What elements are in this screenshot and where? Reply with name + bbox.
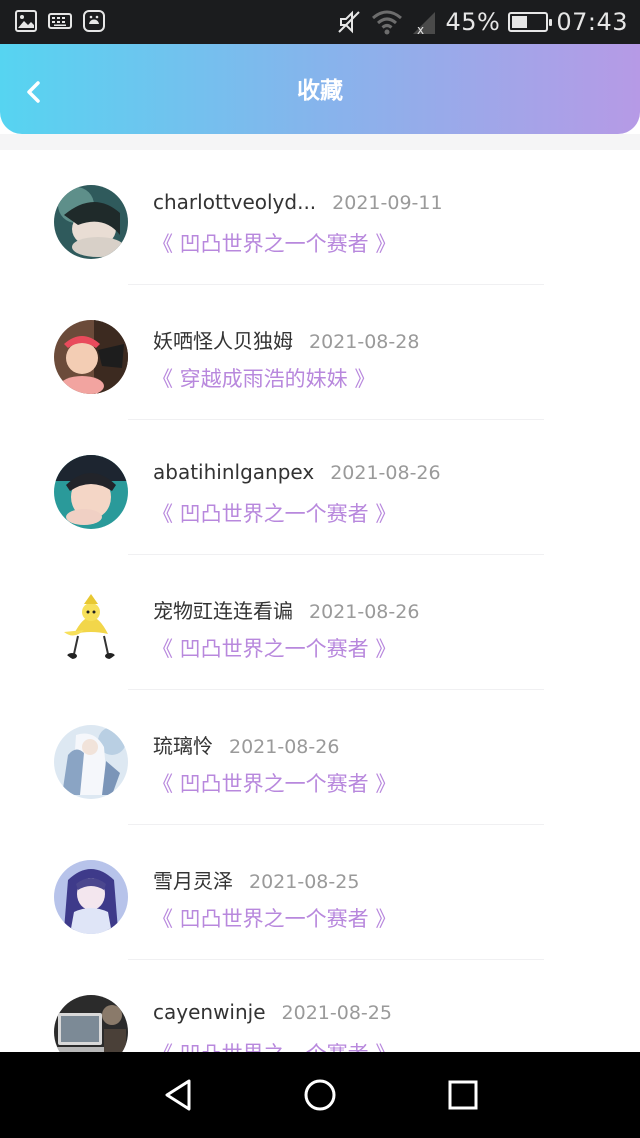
username: abatihinlganpex — [153, 460, 315, 484]
name-line: abatihinlganpex 2021-08-26 — [153, 460, 441, 490]
signal-icon: x — [413, 12, 436, 36]
avatar[interactable] — [54, 185, 128, 259]
name-line: 琉璃怜 2021-08-26 — [153, 730, 339, 760]
nav-home-button[interactable] — [300, 1075, 340, 1115]
recents-square-icon — [448, 1080, 478, 1110]
name-line: charlottveolyd... 2021-09-11 — [153, 190, 443, 220]
list-item[interactable]: cayenwinje 2021-08-25 《 凹凸世界之一个赛者 》 — [0, 960, 640, 1052]
list-item[interactable]: 琉璃怜 2021-08-26 《 凹凸世界之一个赛者 》 — [0, 690, 640, 825]
gallery-icon — [15, 10, 37, 32]
date: 2021-08-25 — [281, 1002, 392, 1024]
date: 2021-08-26 — [330, 462, 441, 484]
avatar[interactable] — [54, 725, 128, 799]
back-triangle-icon — [165, 1079, 191, 1111]
date: 2021-08-28 — [309, 331, 420, 353]
date: 2021-08-25 — [249, 871, 360, 893]
work-title-link[interactable]: 《 凹凸世界之一个赛者 》 — [152, 633, 396, 663]
status-bar: x 45% 07:43 — [0, 0, 640, 44]
username: 宠物豇连连看谝 — [153, 599, 293, 623]
avatar[interactable] — [54, 455, 128, 529]
username: 妖哂怪人贝独姆 — [153, 329, 293, 353]
keyboard-icon — [48, 13, 72, 29]
name-line: 雪月灵泽 2021-08-25 — [153, 865, 359, 895]
work-title-link[interactable]: 《 凹凸世界之一个赛者 》 — [152, 768, 396, 798]
list-item[interactable]: 雪月灵泽 2021-08-25 《 凹凸世界之一个赛者 》 — [0, 825, 640, 960]
username: 雪月灵泽 — [153, 869, 233, 893]
header-separator — [0, 134, 640, 150]
mute-icon — [338, 10, 361, 34]
svg-text:x: x — [417, 23, 424, 36]
home-circle-icon — [304, 1079, 336, 1111]
status-indicators: x 45% 07:43 — [335, 0, 628, 44]
avatar[interactable] — [54, 590, 128, 664]
username: cayenwinje — [153, 1000, 266, 1024]
name-line: 妖哂怪人贝独姆 2021-08-28 — [153, 325, 419, 355]
list-item[interactable]: 宠物豇连连看谝 2021-08-26 《 凹凸世界之一个赛者 》 — [0, 555, 640, 690]
clock: 07:43 — [556, 8, 628, 36]
work-title-link[interactable]: 《 凹凸世界之一个赛者 》 — [152, 498, 396, 528]
username: 琉璃怜 — [153, 734, 213, 758]
battery-percent: 45% — [445, 8, 501, 36]
wifi-icon — [372, 10, 403, 35]
work-title-link[interactable]: 《 凹凸世界之一个赛者 》 — [152, 228, 396, 258]
avatar[interactable] — [54, 860, 128, 934]
battery-icon — [508, 12, 553, 32]
avatar[interactable] — [54, 320, 128, 394]
nav-back-button[interactable] — [158, 1075, 198, 1115]
list-item[interactable]: 妖哂怪人贝独姆 2021-08-28 《 穿越成雨浩的妹妹 》 — [0, 285, 640, 420]
nav-recents-button[interactable] — [443, 1075, 483, 1115]
date: 2021-08-26 — [309, 601, 420, 623]
date: 2021-08-26 — [229, 736, 340, 758]
name-line: 宠物豇连连看谝 2021-08-26 — [153, 595, 419, 625]
date: 2021-09-11 — [332, 192, 443, 214]
work-title-link[interactable]: 《 凹凸世界之一个赛者 》 — [152, 903, 396, 933]
name-line: cayenwinje 2021-08-25 — [153, 1000, 392, 1030]
page-title: 收藏 — [297, 78, 343, 104]
avatar[interactable] — [54, 995, 128, 1052]
status-notifications — [14, 9, 106, 33]
list-item[interactable]: charlottveolyd... 2021-09-11 《 凹凸世界之一个赛者… — [0, 150, 640, 285]
app-icon — [83, 10, 105, 32]
work-title-link[interactable]: 《 穿越成雨浩的妹妹 》 — [152, 363, 375, 393]
work-title-link[interactable]: 《 凹凸世界之一个赛者 》 — [152, 1038, 396, 1052]
username: charlottveolyd... — [153, 190, 317, 214]
list-item[interactable]: abatihinlganpex 2021-08-26 《 凹凸世界之一个赛者 》 — [0, 420, 640, 555]
header-bar: 收藏 — [0, 44, 640, 134]
favorites-list[interactable]: charlottveolyd... 2021-09-11 《 凹凸世界之一个赛者… — [0, 150, 640, 1052]
system-nav-bar — [0, 1052, 640, 1138]
